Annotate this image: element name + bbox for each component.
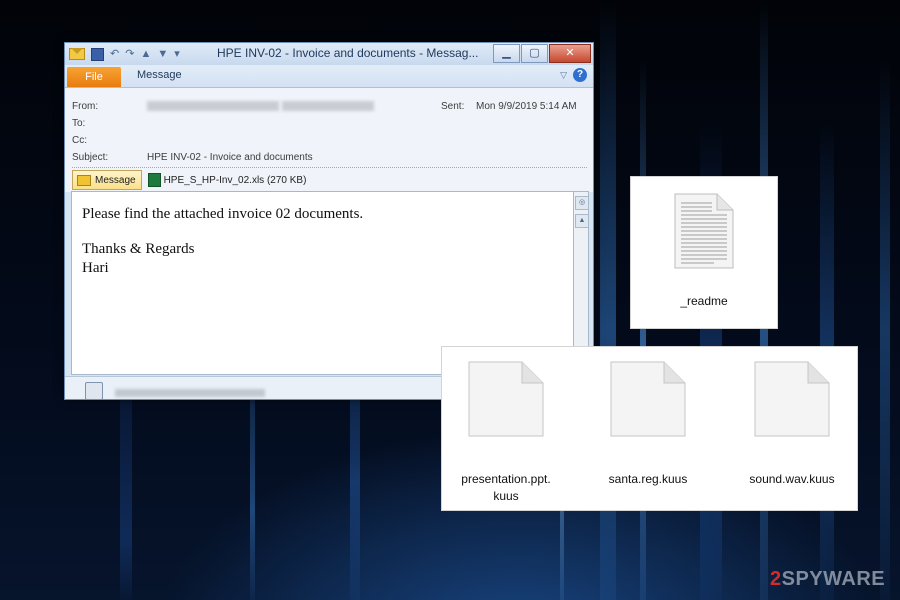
from-value-redacted (147, 101, 374, 114)
title-bar: ↶ ↷ ▲ ▼ ▾ HPE INV-02 - Invoice and docum… (65, 43, 593, 65)
message-chip[interactable]: Message (72, 170, 142, 190)
watermark-number: 2 (770, 568, 782, 590)
up-arrow-icon[interactable]: ▲ (140, 46, 151, 62)
message-chip-label: Message (95, 174, 136, 186)
sent-value: Mon 9/9/2019 5:14 AM (476, 101, 577, 112)
file-name[interactable]: santa.reg.kuus (582, 471, 714, 488)
excel-file-icon (147, 173, 161, 187)
readme-filename[interactable]: _readme (631, 293, 777, 310)
scroll-up-icon[interactable]: ▲ (575, 214, 589, 228)
text-document-graphic (674, 193, 734, 269)
close-button[interactable]: ✕ (549, 44, 591, 63)
message-header: From: Sent: Mon 9/9/2019 5:14 AM To: Cc:… (65, 88, 593, 192)
watermark-text: SPYWARE (781, 568, 886, 590)
help-icon[interactable]: ? (573, 68, 587, 82)
file-name[interactable]: sound.wav.kuus (728, 471, 856, 488)
text-document-icon[interactable] (674, 193, 734, 269)
quick-access-toolbar: ↶ ↷ ▲ ▼ ▾ (69, 46, 180, 62)
attachment-file[interactable]: HPE_S_HP-Inv_02.xls (270 KB) (164, 175, 307, 186)
redacted-contact (115, 389, 265, 397)
blank-document-icon[interactable] (754, 361, 830, 437)
blank-document-icon[interactable] (610, 361, 686, 437)
redo-icon[interactable]: ↷ (125, 46, 134, 62)
sent-label: Sent: (441, 101, 465, 112)
scroll-option-icon[interactable]: ◎ (575, 196, 589, 210)
body-line: Please find the attached invoice 02 docu… (82, 206, 364, 222)
collapse-ribbon-icon[interactable]: ▽ (560, 70, 567, 81)
body-line: Hari (82, 260, 109, 276)
customize-toolbar-icon[interactable]: ▾ (174, 46, 180, 62)
header-divider (72, 167, 587, 168)
attachment-row: Message HPE_S_HP-Inv_02.xls (270 KB) (72, 170, 306, 190)
minimize-button[interactable]: ▁ (493, 44, 520, 63)
window-title: HPE INV-02 - Invoice and documents - Mes… (217, 46, 479, 60)
save-icon[interactable] (91, 47, 104, 61)
ribbon-tabs: File Message ▽ ? (65, 65, 593, 88)
from-label: From: (72, 101, 99, 112)
mail-icon (69, 48, 85, 60)
tab-file[interactable]: File (67, 67, 121, 87)
to-label: To: (72, 118, 86, 129)
undo-icon[interactable]: ↶ (110, 46, 119, 62)
encrypted-files-panel: presentation.ppt. kuus santa.reg.kuus so… (441, 346, 858, 511)
avatar (85, 382, 103, 399)
subject-label: Subject: (72, 152, 109, 163)
body-line: Thanks & Regards (82, 241, 195, 257)
cc-label: Cc: (72, 135, 87, 146)
light-streak (880, 0, 890, 600)
subject-value: HPE INV-02 - Invoice and documents (147, 152, 313, 163)
file-name[interactable]: presentation.ppt. kuus (442, 471, 570, 505)
readme-file-panel: _readme (630, 176, 778, 329)
maximize-button[interactable]: ▢ (521, 44, 548, 63)
envelope-icon (77, 174, 91, 186)
file-name-line: kuus (493, 489, 519, 503)
tab-message[interactable]: Message (137, 69, 182, 81)
blank-document-icon[interactable] (468, 361, 544, 437)
watermark-logo: 2SPYWARE (770, 568, 885, 591)
down-arrow-icon[interactable]: ▼ (157, 46, 168, 62)
file-name-line: presentation.ppt. (461, 472, 551, 486)
